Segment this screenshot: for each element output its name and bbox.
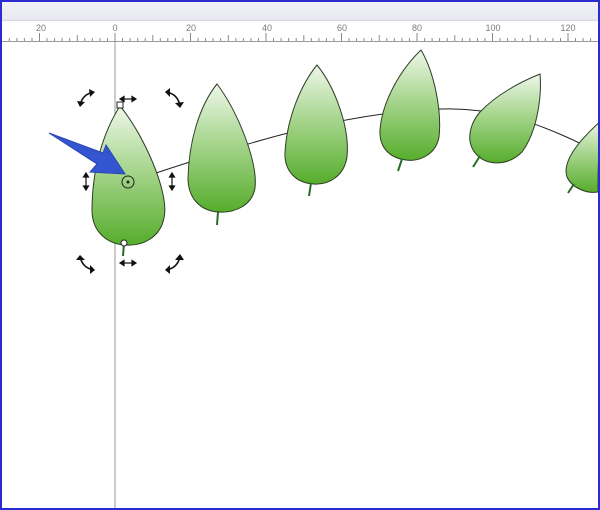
ruler-label: 80: [411, 23, 423, 33]
leaf-shape[interactable]: [187, 83, 256, 226]
top-node-handle[interactable]: [116, 101, 124, 109]
toolbar-strip: [2, 2, 598, 21]
rotate-handle-top-right-icon[interactable]: [165, 88, 184, 108]
app-window: 20 0 20 40 60 80 100 120: [0, 0, 600, 510]
leaf-shape[interactable]: [565, 120, 598, 194]
rotate-handle-top-left-icon[interactable]: [77, 89, 95, 107]
leaf-stem: [308, 182, 312, 197]
ruler-label: 100: [485, 23, 501, 33]
ruler-label: 60: [336, 23, 348, 33]
bottom-pivot-handle[interactable]: [120, 239, 128, 247]
leaf-stem: [472, 155, 481, 168]
ruler-label: 0: [112, 23, 118, 33]
leaf-shape[interactable]: [379, 49, 441, 172]
horizontal-ruler[interactable]: 20 0 20 40 60 80 100 120: [2, 21, 598, 42]
rotate-handle-bottom-right-icon[interactable]: [165, 254, 184, 274]
rotate-handle-bottom-left-icon[interactable]: [76, 255, 95, 274]
ruler-label: 20: [185, 23, 197, 33]
leaf-stem: [397, 158, 403, 172]
canvas-artwork: [48, 42, 598, 508]
drawing-canvas[interactable]: [2, 42, 598, 508]
skew-handle-left-icon[interactable]: [82, 171, 90, 192]
ruler-label: 120: [560, 23, 576, 33]
ruler-label: 40: [261, 23, 273, 33]
skew-handle-top-icon[interactable]: [118, 95, 138, 103]
skew-handle-right-icon[interactable]: [168, 171, 176, 192]
leaf-shape[interactable]: [284, 64, 348, 197]
leaf-shape[interactable]: [469, 73, 541, 168]
skew-handle-bottom-icon[interactable]: [118, 259, 138, 267]
ruler-label: 20: [35, 23, 47, 33]
leaf-stem: [567, 183, 575, 194]
ruler-ticks: [8, 33, 592, 41]
leaf-stem: [216, 211, 219, 226]
